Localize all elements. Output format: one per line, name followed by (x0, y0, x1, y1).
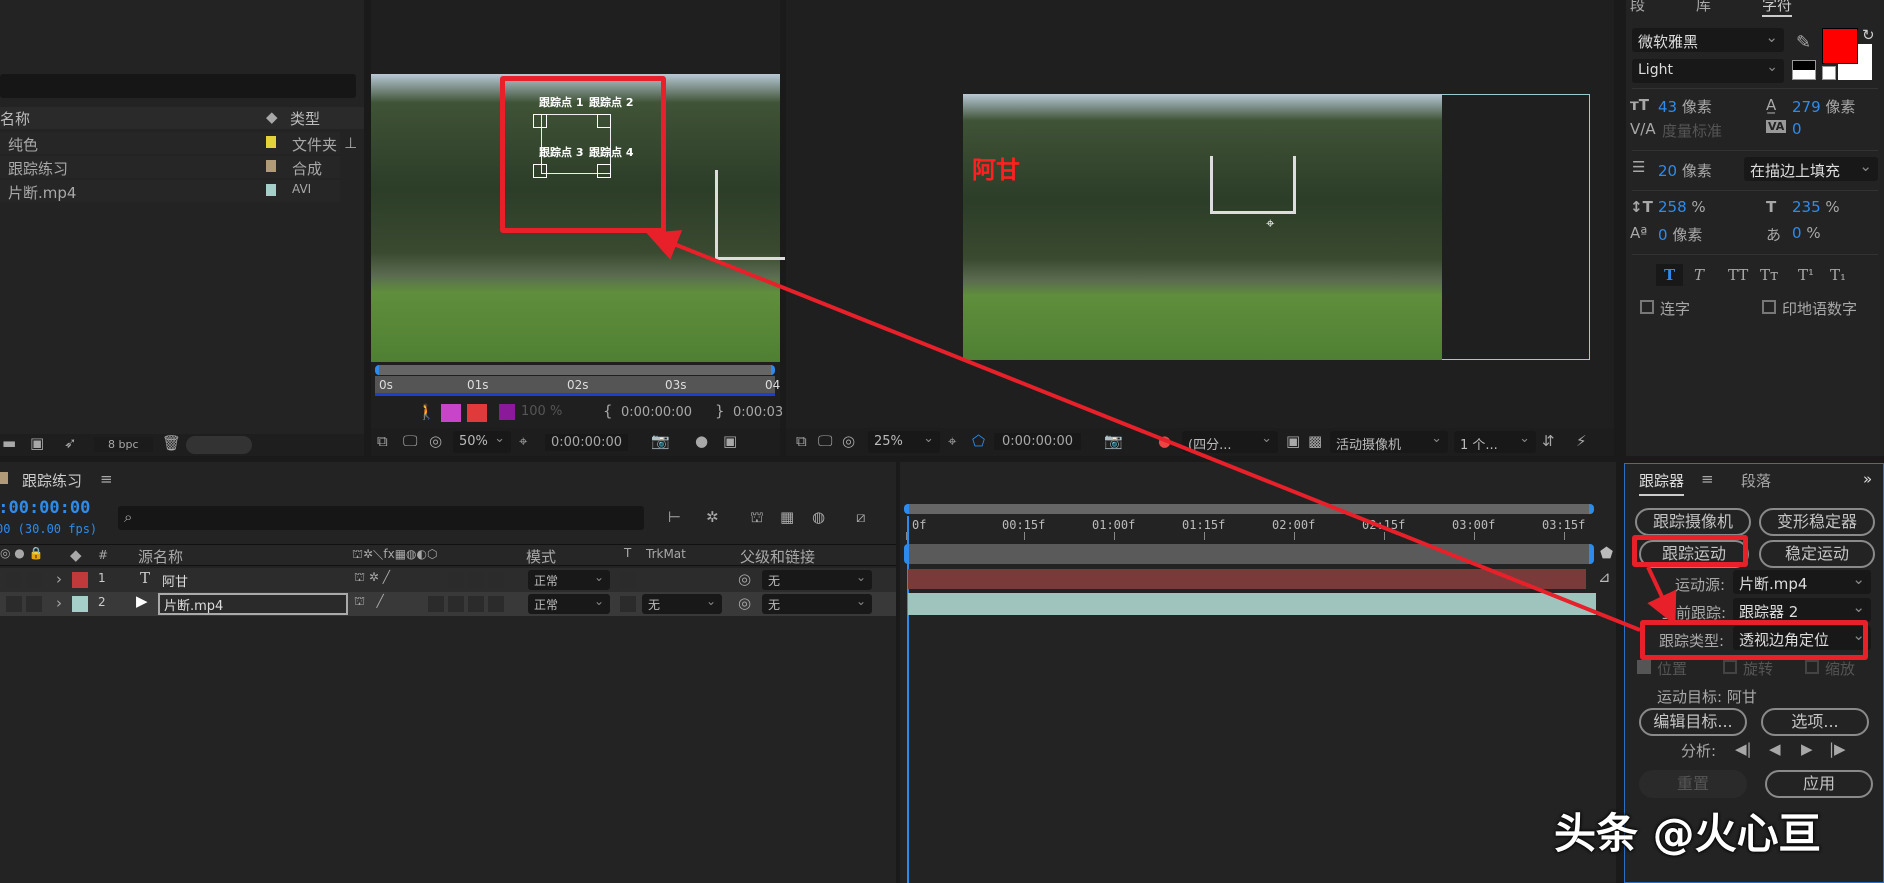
arrow-to-track-type (1646, 566, 1677, 626)
watermark: 头条 @火心亘 (1554, 809, 1821, 858)
annotation-arrows (646, 230, 1677, 632)
arrow-to-track-points (646, 230, 1641, 632)
